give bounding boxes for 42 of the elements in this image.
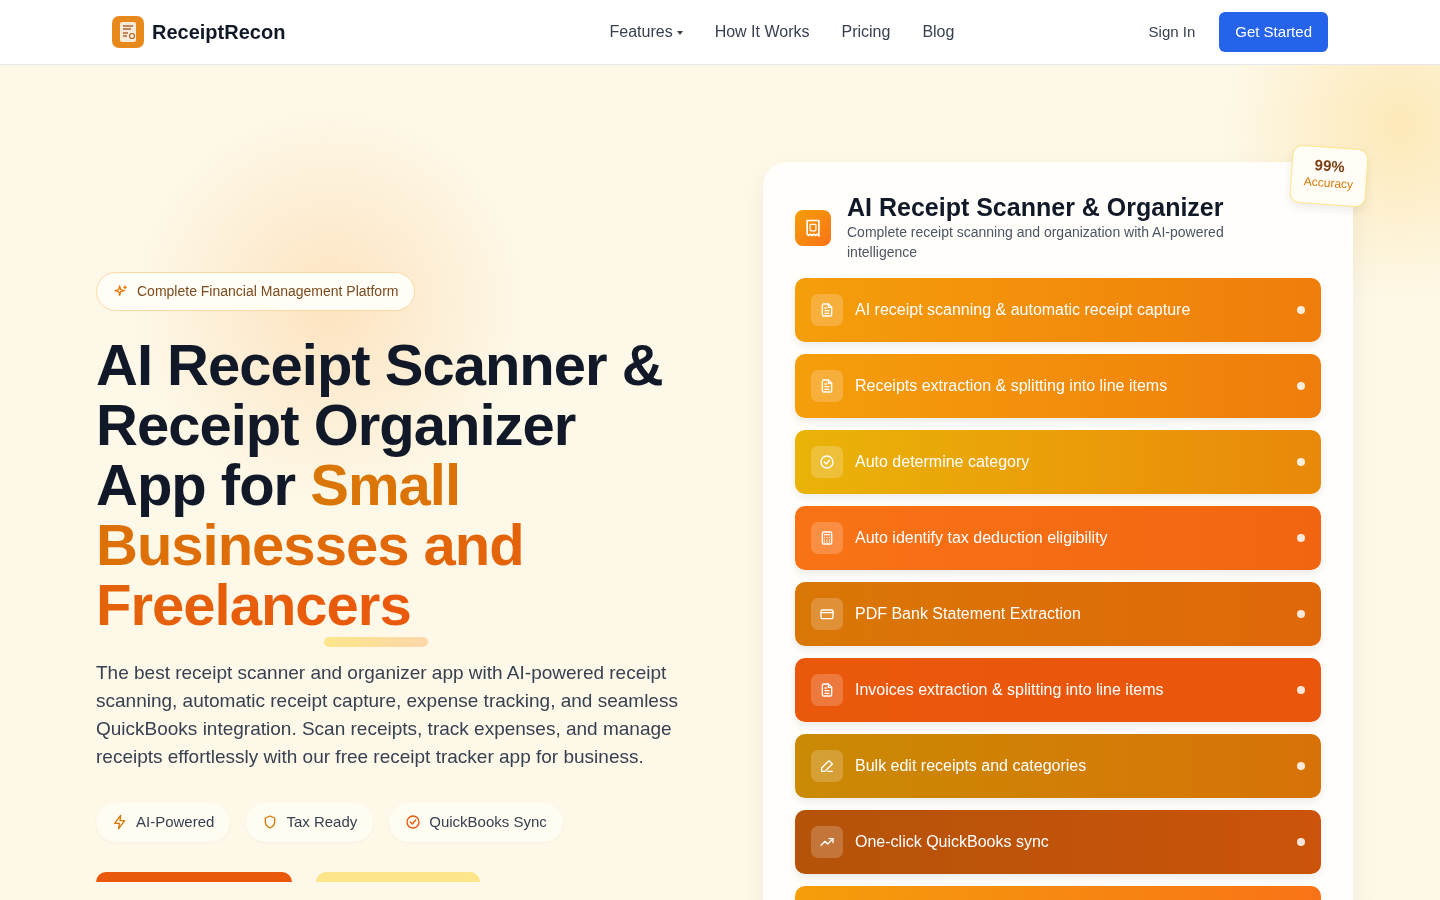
feature-badge: Complete Financial Management Platform bbox=[96, 272, 416, 311]
sign-in-link[interactable]: Sign In bbox=[1148, 20, 1196, 44]
card-title: AI Receipt Scanner & Organizer bbox=[847, 192, 1225, 222]
status-dot bbox=[1297, 838, 1305, 846]
status-dot bbox=[1297, 610, 1305, 618]
feature-label: PDF Bank Statement Extraction bbox=[855, 604, 1081, 624]
lightning-icon bbox=[112, 814, 128, 831]
status-dot bbox=[1297, 458, 1305, 466]
get-started-button[interactable]: Get Started bbox=[1219, 11, 1328, 53]
status-dot bbox=[1297, 762, 1305, 770]
status-dot bbox=[1297, 686, 1305, 694]
status-dot bbox=[1297, 306, 1305, 314]
hero-description: The best receipt scanner and organizer app with AI-powered receipt scanning, automatic receipt capture, expense tracking, and seamless QuickBooks integration. Scan receipts, track expenses, and manage receipts effortlessly with our free receipt tracker app for business. bbox=[96, 661, 679, 769]
feature-label: AI receipt scanning & automatic receipt capture bbox=[855, 300, 1191, 320]
receipt-logo-icon bbox=[112, 16, 144, 48]
feature-pill: QuickBooks Sync bbox=[389, 803, 563, 842]
check-circle-icon bbox=[405, 814, 422, 831]
feature-label: Invoices extraction & splitting into line items bbox=[855, 680, 1164, 700]
nav-link[interactable]: Blog bbox=[922, 20, 955, 44]
feature-pill: AI-Powered bbox=[96, 803, 231, 842]
receipt-icon bbox=[795, 210, 831, 246]
status-dot bbox=[1297, 534, 1305, 542]
pencil-icon bbox=[819, 758, 835, 774]
status-dot bbox=[1297, 382, 1305, 390]
calculator-icon bbox=[819, 530, 835, 546]
card-subtitle: Complete receipt scanning and organization with AI-powered intelligence bbox=[847, 223, 1225, 262]
check-circle-icon bbox=[819, 454, 835, 470]
nav-link[interactable]: How It Works bbox=[714, 20, 810, 44]
credit-card-icon bbox=[819, 606, 835, 622]
document-icon bbox=[819, 378, 835, 394]
nav-link[interactable]: Pricing bbox=[841, 20, 891, 44]
feature-label: One-click QuickBooks sync bbox=[855, 832, 1049, 852]
document-icon bbox=[819, 682, 835, 698]
feature-pill: Tax Ready bbox=[246, 803, 374, 842]
document-icon bbox=[819, 302, 835, 318]
brand-name[interactable]: ReceiptRecon bbox=[152, 17, 286, 47]
feature-label: Auto determine category bbox=[855, 452, 1030, 472]
hero-heading: AI Receipt Scanner & Receipt Organizer App for Small Businesses and Freelancers bbox=[96, 335, 664, 635]
nav-link[interactable]: Features bbox=[609, 20, 683, 44]
feature-label: Receipts extraction & splitting into line items bbox=[855, 376, 1168, 396]
feature-label: Bulk edit receipts and categories bbox=[855, 756, 1087, 776]
feature-label: Auto identify tax deduction eligibility bbox=[855, 528, 1108, 548]
